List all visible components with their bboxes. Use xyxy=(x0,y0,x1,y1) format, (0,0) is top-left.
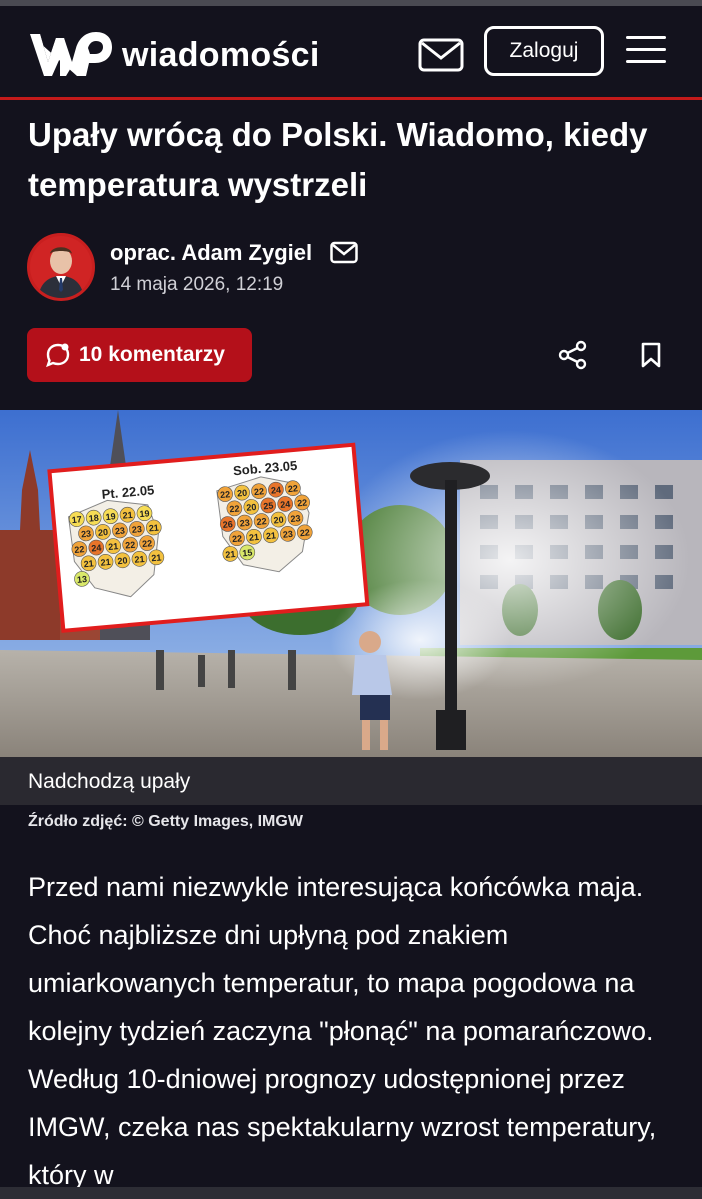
share-icon xyxy=(558,340,587,370)
temp-value: 25 xyxy=(263,500,274,511)
publish-date: 14 maja 2026, 12:19 xyxy=(110,274,284,295)
mail-icon xyxy=(418,38,464,72)
article-lead: Przed nami niezwykle interesująca końców… xyxy=(28,872,657,1190)
temp-value: 23 xyxy=(131,524,142,535)
temp-value: 23 xyxy=(115,526,126,537)
temp-value: 22 xyxy=(220,489,231,500)
temp-value: 21 xyxy=(83,558,94,569)
bookmark-icon xyxy=(641,342,661,368)
temp-value: 22 xyxy=(142,538,153,549)
temp-value: 21 xyxy=(249,532,260,543)
temp-value: 22 xyxy=(125,540,136,551)
temp-value: 22 xyxy=(254,486,265,497)
author-mail-button[interactable] xyxy=(330,241,358,265)
author-avatar[interactable] xyxy=(27,233,95,301)
temp-value: 20 xyxy=(246,502,257,513)
temp-value: 22 xyxy=(232,533,243,544)
comments-count: 10 komentarzy xyxy=(79,343,225,366)
article-title: Upały wrócą do Polski. Wiadomo, kiedy te… xyxy=(28,116,648,203)
site-header: wiadomości Zaloguj xyxy=(0,6,702,97)
temp-value: 22 xyxy=(229,503,240,514)
image-caption: Nadchodzą upały xyxy=(28,770,191,793)
temp-value: 21 xyxy=(225,549,236,560)
bookmark-button[interactable] xyxy=(640,342,662,368)
temp-value: 22 xyxy=(297,498,308,509)
mail-icon xyxy=(330,241,358,264)
header-divider xyxy=(0,97,702,100)
temp-value: 17 xyxy=(71,514,82,525)
comments-button[interactable]: 10 komentarzy xyxy=(27,328,252,382)
temp-value: 24 xyxy=(91,543,102,554)
wp-logo[interactable]: wiadomości xyxy=(26,28,320,82)
login-button[interactable]: Zaloguj xyxy=(484,26,604,76)
temp-value: 22 xyxy=(299,527,310,538)
hero-photo: Pt. 22.05 Sob. 23.05 17 18 19 21 1923 20 23 23 2… xyxy=(0,410,702,757)
temp-value: 13 xyxy=(77,574,88,585)
temp-value: 21 xyxy=(266,530,277,541)
temp-value: 21 xyxy=(108,541,119,552)
logo-text: wiadomości xyxy=(122,35,320,74)
temp-value: 22 xyxy=(74,544,85,555)
temp-value: 22 xyxy=(287,483,298,494)
temp-value: 20 xyxy=(237,488,248,499)
temp-value: 23 xyxy=(282,529,293,540)
mail-button[interactable] xyxy=(418,36,466,76)
temp-value: 19 xyxy=(139,508,150,519)
image-source: Źródło zdjęć: © Getty Images, IMGW xyxy=(28,813,303,830)
temp-value: 23 xyxy=(239,518,250,529)
author-name[interactable]: oprac. Adam Zygiel xyxy=(110,240,312,266)
temp-value: 19 xyxy=(105,511,116,522)
temp-value: 21 xyxy=(122,510,133,521)
temp-value: 20 xyxy=(273,515,284,526)
temp-value: 21 xyxy=(100,557,111,568)
temp-value: 18 xyxy=(88,513,99,524)
temp-value: 24 xyxy=(271,485,282,496)
share-button[interactable] xyxy=(558,340,588,370)
menu-button[interactable] xyxy=(626,36,670,76)
temp-value: 23 xyxy=(81,528,92,539)
temp-value: 21 xyxy=(151,552,162,563)
author-photo xyxy=(30,236,92,298)
temp-value: 21 xyxy=(134,554,145,565)
temp-value: 21 xyxy=(148,523,159,534)
temp-value: 20 xyxy=(98,527,109,538)
bottom-bar xyxy=(0,1187,702,1199)
wp-logo-icon xyxy=(30,32,112,76)
article-hero-image[interactable]: Pt. 22.05 Sob. 23.05 17 18 19 21 19 23 20 23 23 2… xyxy=(0,410,702,757)
temp-value: 20 xyxy=(117,555,128,566)
temp-value: 23 xyxy=(290,513,301,524)
temp-value: 24 xyxy=(280,499,291,510)
temp-value: 15 xyxy=(242,547,253,558)
temp-value: 22 xyxy=(256,516,267,527)
comment-icon xyxy=(46,343,70,368)
temp-value: 26 xyxy=(222,519,233,530)
menu-icon xyxy=(626,36,670,63)
